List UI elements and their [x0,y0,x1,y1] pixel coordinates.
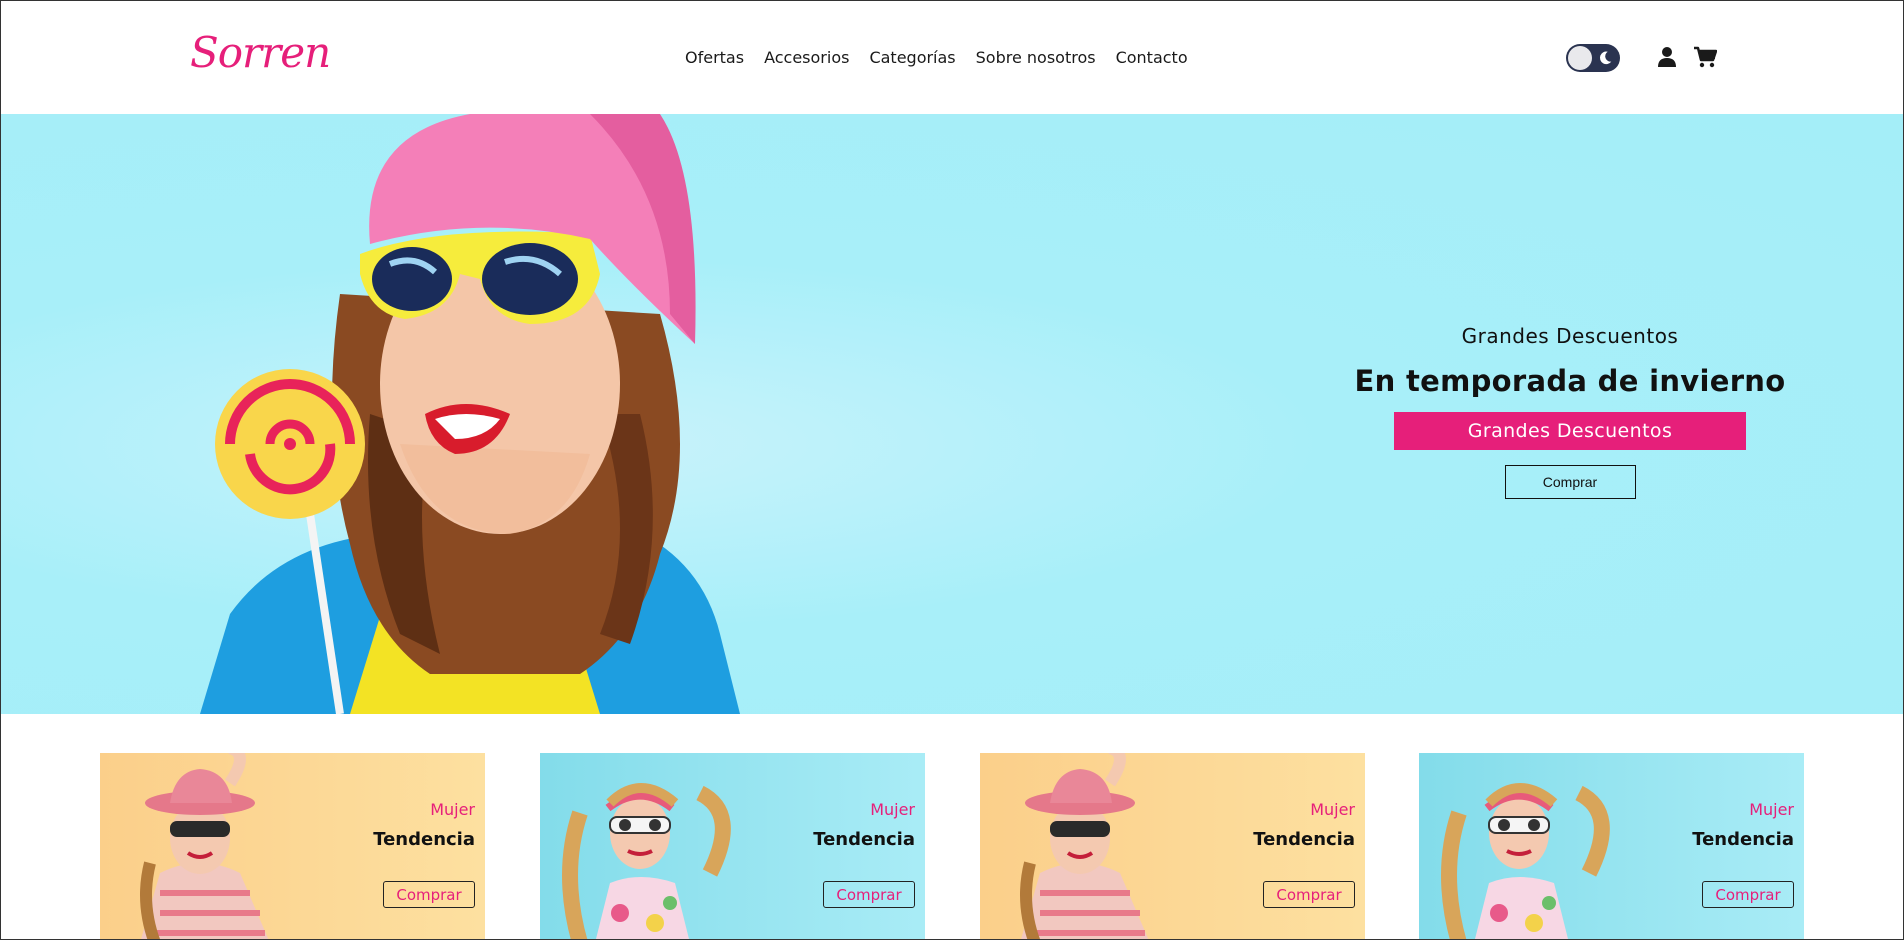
card-category: Mujer [1310,800,1355,819]
card-title: Tendencia [813,829,915,850]
hero-model-image [200,114,740,714]
theme-toggle[interactable] [1566,44,1620,72]
product-card[interactable]: Mujer Tendencia Comprar [540,753,925,940]
product-cards: Mujer Tendencia Comprar Mujer Tendencia … [100,753,1804,940]
hero-banner: Grandes Descuentos En temporada de invie… [0,114,1904,714]
hero-content: Grandes Descuentos En temporada de invie… [1340,324,1800,499]
card-category: Mujer [870,800,915,819]
card-category: Mujer [430,800,475,819]
model-image [1441,783,1610,940]
toggle-knob [1568,46,1592,70]
moon-icon [1599,51,1612,65]
nav-item-accesorios[interactable]: Accesorios [764,48,849,67]
nav-item-ofertas[interactable]: Ofertas [685,48,744,67]
user-icon[interactable] [1657,46,1677,68]
product-card[interactable]: Mujer Tendencia Comprar [1419,753,1804,940]
hero-title: En temporada de invierno [1354,364,1786,398]
site-header: Sorren Ofertas Accesorios Categorías Sob… [0,0,1904,114]
main-nav: Ofertas Accesorios Categorías Sobre noso… [685,48,1208,67]
nav-item-sobre-nosotros[interactable]: Sobre nosotros [976,48,1096,67]
card-buy-button[interactable]: Comprar [823,881,915,908]
card-buy-button[interactable]: Comprar [383,881,475,908]
card-category: Mujer [1749,800,1794,819]
card-buy-button[interactable]: Comprar [1263,881,1355,908]
nav-item-contacto[interactable]: Contacto [1116,48,1188,67]
card-title: Tendencia [373,829,475,850]
cart-icon[interactable] [1693,46,1717,68]
card-title: Tendencia [1253,829,1355,850]
hero-buy-button[interactable]: Comprar [1504,465,1636,499]
nav-item-categorias[interactable]: Categorías [869,48,955,67]
card-buy-button[interactable]: Comprar [1702,881,1794,908]
card-title: Tendencia [1692,829,1794,850]
model-image [1020,753,1149,940]
model-image [140,753,269,940]
hero-subtitle: Grandes Descuentos [1461,324,1679,348]
product-card[interactable]: Mujer Tendencia Comprar [980,753,1365,940]
product-card[interactable]: Mujer Tendencia Comprar [100,753,485,940]
model-image [562,783,731,940]
hero-badge: Grandes Descuentos [1394,412,1746,450]
brand-logo[interactable]: Sorren [190,28,331,77]
